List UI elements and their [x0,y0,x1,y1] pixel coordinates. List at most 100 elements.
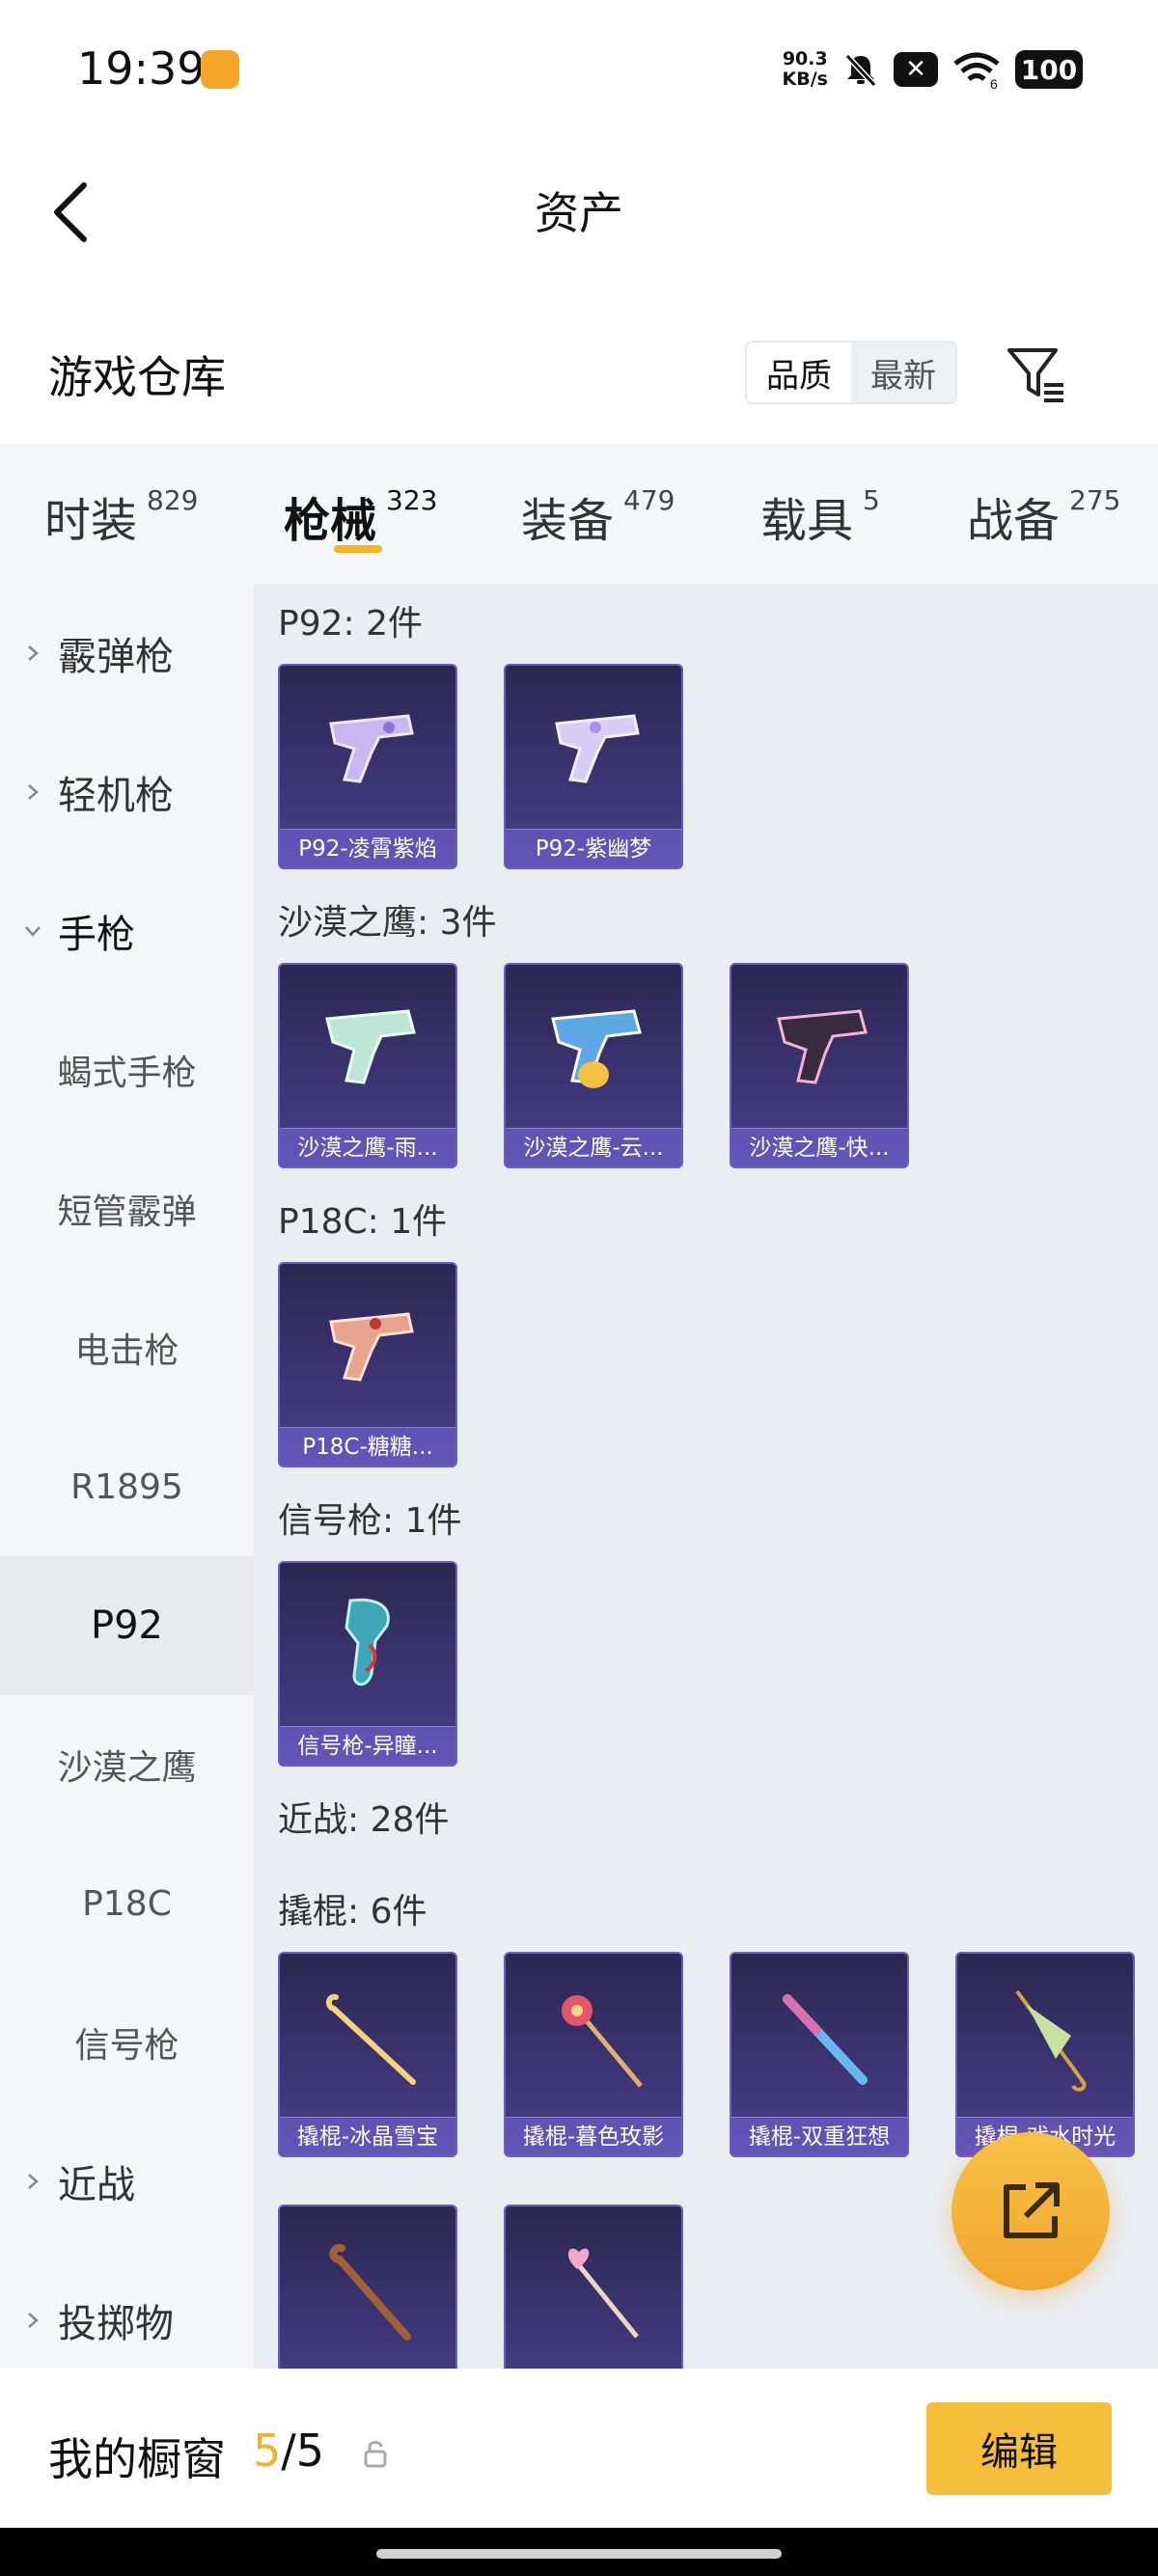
home-gesture-handle[interactable] [376,2549,782,2559]
item-name: 撬棍-冰晶雪宝 [280,2117,455,2155]
filter-button[interactable] [1004,343,1067,406]
wooden-staff-icon [280,2206,455,2369]
tab-count: 323 [386,484,438,516]
sidebar-item-label: 霰弹枪 [58,635,174,679]
group-header-flare-gun: 信号枪: 1件 [278,1501,462,1541]
lock-icon [364,2441,387,2468]
item-card[interactable]: P92-凌霄紫焰 [278,664,457,869]
sidebar-item-label: 手枪 [58,913,135,957]
battery-icon: 100 [1015,50,1083,89]
chevron-right-icon [28,784,39,800]
sidebar-item-label: 投掷物 [58,2302,174,2346]
tab-label: 载具 [760,494,854,548]
item-name: P92-紫幽梦 [506,829,681,867]
warehouse-header: 游戏仓库 品质 最新 [0,304,1158,439]
item-card[interactable]: 沙漠之鹰-雨... [278,963,457,1168]
group-header-p18c: P18C: 1件 [278,1202,448,1242]
chevron-right-icon [28,2313,39,2328]
sidebar-item-stun-gun[interactable]: 电击枪 [0,1278,254,1417]
tab-count: 479 [623,484,676,516]
item-card[interactable]: 撬棍-双重狂想 [730,1952,909,2157]
umbrella-icon [957,1954,1133,2118]
wifi-icon: 6 [953,52,1000,89]
sidebar-item-scorpion[interactable]: 蝎式手枪 [0,1000,254,1139]
warehouse-title: 游戏仓库 [48,351,226,403]
item-name: 撬棍-暮色玫影 [506,2117,681,2155]
sidebar-item-shotgun[interactable]: 霰弹枪 [0,584,254,723]
item-card[interactable] [504,2205,683,2369]
item-list: P92: 2件 P92-凌霄紫焰 P92-紫幽梦 沙漠之鹰: 3件 沙漠之鹰-雨… [254,584,1158,2369]
tab-tactical[interactable]: 战备 275 [967,482,1120,550]
category-tabs: 时装 829 枪械 323 装备 479 载具 5 战备 275 [0,444,1158,584]
tab-count: 829 [147,484,199,516]
sidebar-item-lmg[interactable]: 轻机枪 [0,723,254,862]
tab-firearms[interactable]: 枪械 323 [284,482,437,550]
sidebar-item-pistol[interactable]: 手枪 [0,862,254,1000]
group-header-p92: P92: 2件 [278,604,423,644]
showcase-total: 5 [295,2425,325,2477]
tab-count: 5 [863,484,880,516]
pistol-icon [280,965,455,1129]
sort-newest-button[interactable]: 最新 [851,343,955,402]
sidebar-item-melee[interactable]: 近战 [0,2112,254,2251]
item-name: 沙漠之鹰-雨... [280,1128,455,1166]
showcase-separator: / [281,2425,296,2477]
system-nav-bar [0,2528,1158,2576]
showcase-title: 我的橱窗 [48,2433,226,2485]
crowbar-icon [280,1954,455,2118]
sidebar-item-sawed-off[interactable]: 短管霰弹 [0,1139,254,1278]
filter-icon [1007,348,1063,402]
group-header-melee: 近战: 28件 [278,1800,450,1840]
bat-icon [731,1954,907,2118]
chevron-down-icon [25,926,41,937]
tab-label: 枪械 [284,494,377,548]
category-sidebar: 霰弹枪 轻机枪 手枪 蝎式手枪 短管霰弹 电击枪 R1895 P92 沙漠之鹰 … [0,584,254,2369]
item-card[interactable]: 沙漠之鹰-云... [504,963,683,1168]
page-title: 资产 [535,187,623,239]
item-name: P92-凌霄紫焰 [280,829,455,867]
net-speed: 90.3 KB/s [783,49,828,90]
edit-button[interactable]: 编辑 [926,2402,1112,2495]
showcase-bar: 我的橱窗 5/5 编辑 [0,2369,1158,2528]
chevron-right-icon [28,2174,39,2189]
item-card[interactable]: P92-紫幽梦 [504,664,683,869]
mute-bell-icon [844,53,877,88]
item-card[interactable]: 撬棍-暮色玫影 [504,1952,683,2157]
page-header: 资产 [0,140,1158,285]
item-card[interactable]: 沙漠之鹰-快... [730,963,909,1168]
item-card[interactable]: 信号枪-异瞳... [278,1561,457,1767]
tab-vehicles[interactable]: 载具 5 [760,482,880,550]
tab-label: 战备 [967,494,1061,548]
tab-equipment[interactable]: 装备 479 [521,482,675,550]
item-card[interactable]: 撬棍-冰晶雪宝 [278,1952,457,2157]
pistol-icon [506,666,681,830]
item-card[interactable] [278,2205,457,2369]
status-icons: 90.3 KB/s ✕ 6 100 [783,42,1083,96]
heart-wand-icon [506,2206,681,2369]
sort-quality-button[interactable]: 品质 [747,343,851,402]
item-card[interactable]: P18C-糖糖... [278,1262,457,1467]
item-name: 沙漠之鹰-云... [506,1128,681,1166]
tab-count: 275 [1069,484,1121,516]
sidebar-item-p18c[interactable]: P18C [0,1834,254,1973]
sidebar-item-p92[interactable]: P92 [0,1556,254,1695]
item-name: 信号枪-异瞳... [280,1726,455,1765]
close-badge-icon: ✕ [894,52,938,87]
share-button[interactable] [951,2132,1110,2290]
sidebar-item-r1895[interactable]: R1895 [0,1417,254,1556]
pinwheel-staff-icon [506,1954,681,2118]
svg-text:6: 6 [990,76,998,89]
sidebar-item-desert-eagle[interactable]: 沙漠之鹰 [0,1695,254,1834]
showcase-count: 5/5 [253,2425,324,2477]
item-card[interactable]: 撬棍-戏水时光 [955,1952,1135,2157]
net-speed-value: 90.3 [782,48,828,69]
active-tab-indicator [334,545,382,553]
pistol-icon [280,1264,455,1428]
item-name: 沙漠之鹰-快... [731,1128,907,1166]
sidebar-item-flare-gun[interactable]: 信号枪 [0,1973,254,2112]
pistol-icon [506,965,681,1129]
tab-fashion[interactable]: 时装 829 [44,482,198,550]
sidebar-item-label: 轻机枪 [58,774,174,818]
pistol-icon [280,666,455,830]
external-link-icon [1004,2182,1060,2238]
